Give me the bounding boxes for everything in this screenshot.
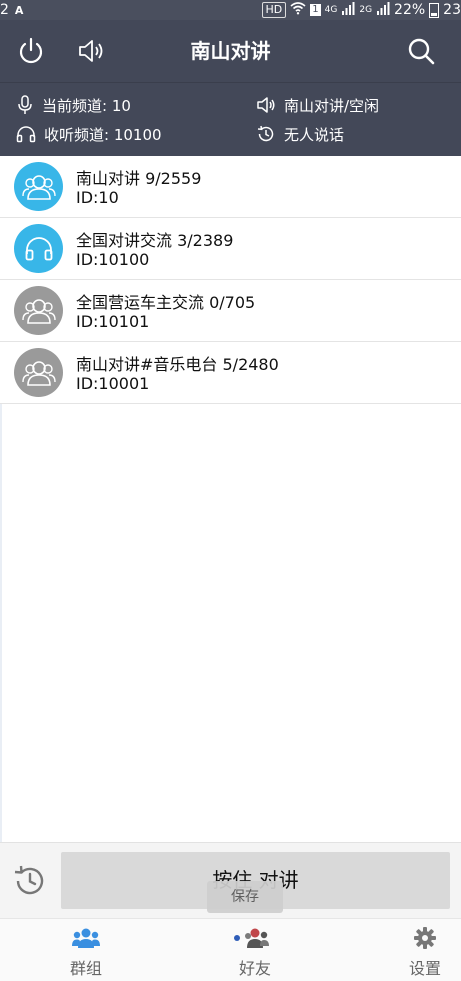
channel-id: ID:10 — [76, 188, 119, 207]
nav-label-groups: 群组 — [69, 959, 102, 978]
power-icon[interactable] — [16, 36, 46, 66]
page-title: 南山对讲 — [190, 39, 271, 63]
history-icon[interactable] — [12, 863, 48, 899]
current-channel-info: 当前频道: 10 — [16, 94, 131, 116]
notification-badge: A — [14, 3, 24, 17]
nav-label-friends: 好友 — [238, 959, 271, 978]
groups-icon — [41, 925, 131, 951]
nav-label-settings: 设置 — [408, 959, 441, 978]
speaker-icon[interactable] — [76, 36, 106, 66]
signal-2-icon — [376, 1, 390, 19]
clock: 23 — [443, 2, 461, 18]
list-item[interactable]: 全国营运车主交流 0/705 ID:10101 — [0, 280, 461, 342]
channel-id: ID:10001 — [76, 374, 150, 393]
toast-label: 保存 — [231, 889, 259, 905]
channel-name: 全国对讲交流 3/2389 — [76, 231, 234, 250]
settings-icon — [380, 925, 461, 951]
group-avatar-icon — [14, 162, 63, 211]
channel-list: 南山对讲 9/2559 ID:10 全国对讲交流 3/2389 ID:10100… — [0, 156, 461, 404]
search-icon[interactable] — [406, 36, 436, 66]
speaker-status-label: 无人说话 — [284, 125, 345, 144]
channel-id: ID:10100 — [76, 250, 150, 269]
status-bar: 2 A HD 1 4G 2G 22% 23 — [0, 0, 461, 20]
headphones-avatar-icon — [14, 224, 63, 273]
network-type-2: 2G — [359, 5, 373, 15]
sim-badge: 1 — [310, 4, 321, 16]
volume-small-icon — [257, 97, 275, 113]
battery-icon — [429, 2, 440, 18]
app-bar: 南山对讲 — [0, 20, 461, 82]
channel-status-label: 南山对讲/空闲 — [284, 96, 380, 115]
status-left-text: 2 — [0, 2, 9, 18]
list-item[interactable]: 南山对讲 9/2559 ID:10 — [0, 156, 461, 218]
history-small-icon — [257, 125, 274, 142]
network-type: 4G — [324, 5, 338, 15]
list-item[interactable]: 全国对讲交流 3/2389 ID:10100 — [0, 218, 461, 280]
save-toast: 保存 — [207, 881, 283, 913]
friends-icon — [210, 925, 300, 951]
speaker-status-info: 无人说话 — [256, 123, 344, 145]
channel-name: 南山对讲#音乐电台 5/2480 — [76, 355, 279, 374]
battery-percent: 22% — [394, 2, 426, 18]
channel-status-info: 南山对讲/空闲 — [256, 94, 379, 116]
channel-name: 全国营运车主交流 0/705 — [76, 293, 256, 312]
hd-badge: HD — [261, 2, 287, 18]
wifi-icon — [290, 1, 306, 19]
bottom-nav: 群组 好友 设置 — [0, 918, 461, 981]
group-avatar-icon — [14, 286, 63, 335]
headphones-small-icon — [16, 126, 36, 143]
listen-channel-info: 收听频道: 10100 — [16, 123, 162, 145]
channel-info-panel: 当前频道: 10 收听频道: 10100 南山对讲/空闲 无人说话 — [0, 82, 461, 157]
list-item[interactable]: 南山对讲#音乐电台 5/2480 ID:10001 — [0, 342, 461, 404]
microphone-icon — [18, 95, 32, 114]
nav-item-friends[interactable]: 好友 — [210, 919, 300, 981]
nav-item-settings[interactable]: 设置 — [380, 919, 461, 981]
channel-id: ID:10101 — [76, 312, 150, 331]
current-channel-label: 当前频道: 10 — [42, 96, 131, 115]
channel-name: 南山对讲 9/2559 — [76, 169, 202, 188]
signal-icon — [341, 1, 355, 19]
listen-channel-label: 收听频道: 10100 — [44, 125, 162, 144]
group-avatar-icon — [14, 348, 63, 397]
nav-item-groups[interactable]: 群组 — [41, 919, 131, 981]
